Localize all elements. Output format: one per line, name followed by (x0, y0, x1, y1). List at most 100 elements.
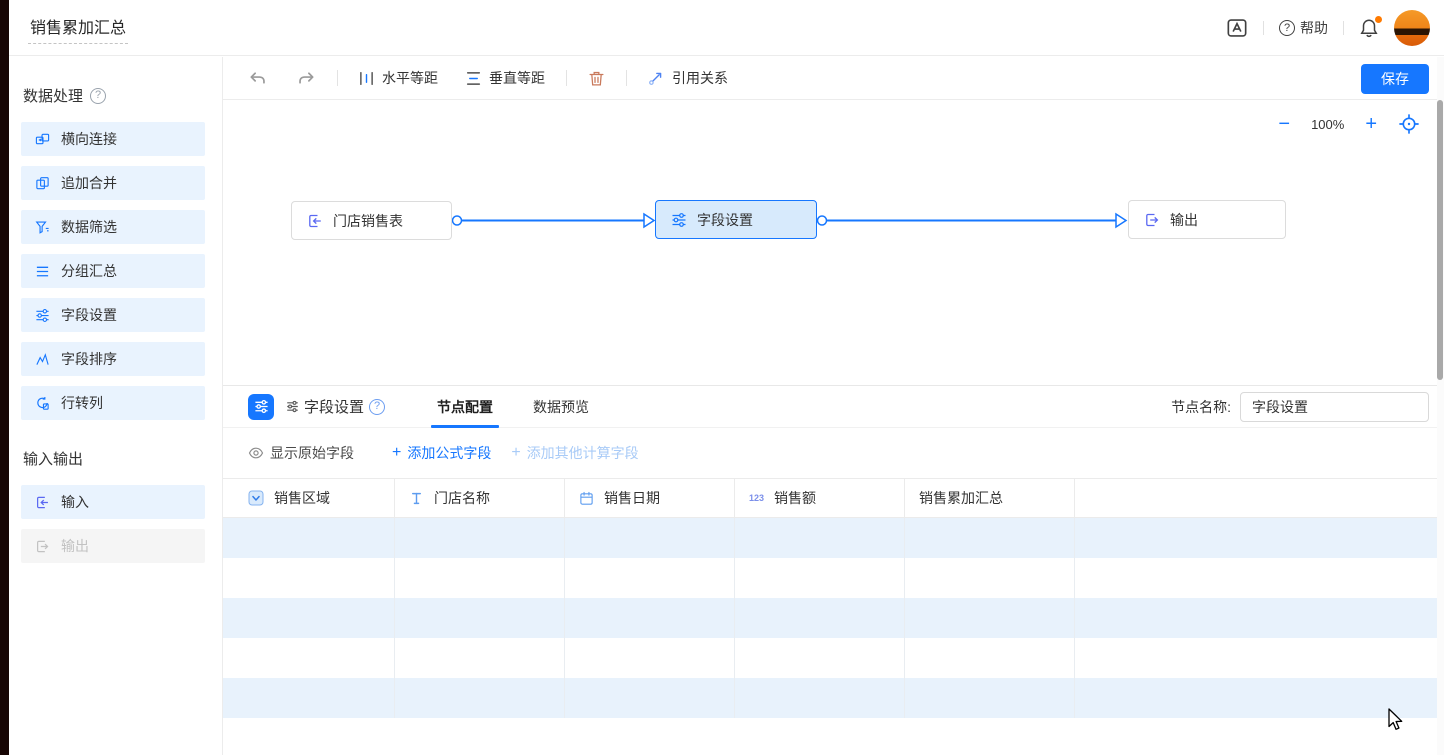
table-cell (735, 678, 905, 718)
table-cell (565, 678, 735, 718)
sidebar-section-input-output: 输入输出 (23, 448, 222, 469)
main-area: 水平等距 垂直等距 (223, 57, 1444, 755)
redo-button[interactable] (297, 69, 316, 88)
table-cell (1075, 678, 1437, 718)
row-to-column-icon (35, 396, 50, 411)
section-title: 数据处理 (23, 85, 83, 106)
table-cell (735, 518, 905, 558)
table-cell (565, 638, 735, 678)
reference-relation-icon (648, 70, 664, 86)
help-icon: ? (1279, 20, 1295, 36)
column-header-store-name[interactable]: 门店名称 (395, 479, 565, 517)
show-original-fields-button[interactable]: 显示原始字段 (248, 443, 354, 463)
node-output[interactable]: 输出 (1128, 200, 1286, 239)
sidebar-item-label: 字段排序 (61, 349, 117, 369)
output-icon (35, 539, 50, 554)
table-cell (395, 598, 565, 638)
column-header-sales-region[interactable]: 销售区域 (223, 479, 395, 517)
node-name-input[interactable] (1240, 392, 1429, 422)
sidebar-item-label: 行转列 (61, 393, 103, 413)
field-settings-small-icon (286, 400, 299, 413)
table-row (223, 638, 1437, 678)
delete-button[interactable] (588, 70, 605, 87)
sidebar-item-append-merge[interactable]: 追加合并 (21, 166, 205, 200)
zoom-out-button[interactable]: − (1278, 114, 1290, 134)
sidebar-item-data-filter[interactable]: 数据筛选 (21, 210, 205, 244)
select-field-icon (248, 490, 264, 506)
avatar[interactable] (1394, 10, 1430, 46)
page-title[interactable]: 销售累加汇总 (28, 12, 128, 44)
horizontal-join-icon (35, 132, 50, 147)
sidebar-item-group-summary[interactable]: 分组汇总 (21, 254, 205, 288)
notifications-button[interactable] (1359, 18, 1379, 38)
help-button[interactable]: ? 帮助 (1279, 18, 1328, 38)
topbar: 销售累加汇总 ? 帮助 (9, 0, 1444, 56)
group-summary-icon (35, 264, 50, 279)
locate-button[interactable] (1398, 113, 1420, 135)
table-cell (395, 678, 565, 718)
zoom-in-button[interactable]: + (1365, 114, 1377, 134)
add-other-calc-field-label: 添加其他计算字段 (527, 443, 639, 463)
panel-help-icon[interactable]: ? (369, 399, 385, 415)
undo-button[interactable] (248, 69, 267, 88)
table-cell (223, 518, 395, 558)
plus-icon: + (392, 445, 401, 461)
flow-canvas[interactable]: − 100% + (223, 100, 1444, 385)
add-formula-field-label: 添加公式字段 (407, 443, 491, 463)
topbar-right: ? 帮助 (1226, 0, 1430, 56)
locate-icon (1398, 113, 1420, 135)
docs-icon[interactable] (1226, 17, 1248, 39)
scrollbar-thumb[interactable] (1437, 100, 1443, 380)
sidebar-item-input[interactable]: 输入 (21, 485, 205, 519)
column-header-sales-amount[interactable]: 123 销售额 (735, 479, 905, 517)
horizontal-spacing-button[interactable]: 水平等距 (359, 68, 438, 88)
horizontal-spacing-icon (359, 71, 374, 86)
sidebar-item-row-to-column[interactable]: 行转列 (21, 386, 205, 420)
tab-data-preview[interactable]: 数据预览 (529, 386, 593, 428)
add-formula-field-button[interactable]: + 添加公式字段 (392, 443, 491, 463)
horizontal-spacing-label: 水平等距 (382, 68, 438, 88)
sidebar-item-output: 输出 (21, 529, 205, 563)
output-port (818, 216, 827, 225)
sidebar-item-label: 字段设置 (61, 305, 117, 325)
section-help-icon[interactable]: ? (90, 88, 106, 104)
edge-arrow (1116, 214, 1126, 227)
table-row (223, 518, 1437, 558)
sidebar-item-horizontal-join[interactable]: 横向连接 (21, 122, 205, 156)
date-field-icon (579, 491, 594, 506)
eye-icon (248, 445, 264, 461)
vertical-spacing-button[interactable]: 垂直等距 (466, 68, 545, 88)
reference-relation-button[interactable]: 引用关系 (648, 68, 728, 88)
save-button[interactable]: 保存 (1361, 64, 1429, 94)
column-header-label: 销售累加汇总 (919, 488, 1003, 508)
field-settings-badge (248, 394, 274, 420)
node-field-settings[interactable]: 字段设置 (655, 200, 817, 239)
zoom-level: 100% (1311, 117, 1344, 132)
node-input-table[interactable]: 门店销售表 (291, 201, 452, 240)
table-cell (223, 598, 395, 638)
zoom-controls: − 100% + (1278, 113, 1420, 135)
sidebar-item-field-sort[interactable]: 字段排序 (21, 342, 205, 376)
notification-dot (1375, 16, 1382, 23)
sidebar-item-field-settings[interactable]: 字段设置 (21, 298, 205, 332)
field-sort-icon (35, 352, 50, 367)
fields-table: 销售区域 门店名称 销售日期 (223, 478, 1437, 718)
table-header-row: 销售区域 门店名称 销售日期 (223, 478, 1437, 518)
table-cell (1075, 638, 1437, 678)
column-header-sales-date[interactable]: 销售日期 (565, 479, 735, 517)
node-label: 字段设置 (697, 210, 753, 230)
column-header-empty (1075, 479, 1437, 517)
column-header-sales-cumulative[interactable]: 销售累加汇总 (905, 479, 1075, 517)
sidebar-item-label: 输入 (61, 492, 89, 512)
toolbar-divider (337, 70, 338, 86)
table-cell (565, 598, 735, 638)
table-cell (565, 558, 735, 598)
table-cell (395, 638, 565, 678)
table-cell (735, 558, 905, 598)
tab-node-config[interactable]: 节点配置 (433, 386, 497, 428)
vertical-spacing-icon (466, 71, 481, 86)
table-row (223, 678, 1437, 718)
panel-tool-row: 显示原始字段 + 添加公式字段 + 添加其他计算字段 (223, 428, 1437, 478)
table-cell (223, 638, 395, 678)
vertical-scrollbar[interactable] (1437, 57, 1444, 755)
